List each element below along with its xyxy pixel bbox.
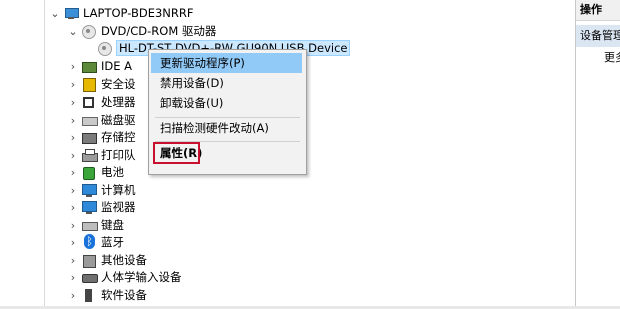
expand-chevron-icon[interactable]: › — [65, 114, 81, 127]
tree-category-storage[interactable]: › 存储控 — [65, 128, 136, 146]
expand-chevron-icon[interactable]: › — [65, 289, 81, 302]
software-device-icon — [81, 288, 97, 302]
storage-controller-icon — [81, 130, 97, 144]
security-device-icon — [81, 77, 97, 92]
expand-chevron-icon[interactable]: › — [65, 149, 81, 162]
tree-category-bluetooth[interactable]: › 蓝牙 — [65, 233, 124, 251]
category-label: 磁盘驱 — [101, 113, 136, 127]
category-label: 蓝牙 — [101, 235, 124, 249]
category-label: 监视器 — [101, 200, 136, 214]
menu-item-scan-hardware[interactable]: 扫描检测硬件改动(A) — [151, 118, 302, 138]
expand-chevron-icon[interactable]: › — [65, 219, 81, 232]
category-label: 人体学输入设备 — [101, 270, 182, 284]
tree-category-battery[interactable]: › 电池 — [65, 163, 124, 181]
tree-category-software[interactable]: › 软件设备 — [65, 286, 147, 304]
category-label: DVD/CD-ROM 驱动器 — [101, 24, 217, 38]
category-label: 其他设备 — [101, 253, 147, 267]
category-label: 处理器 — [101, 95, 136, 109]
disk-drive-icon — [81, 113, 98, 127]
context-menu: 更新驱动程序(P) 禁用设备(D) 卸载设备(U) 扫描检测硬件改动(A) 属性… — [148, 49, 307, 175]
expand-chevron-icon[interactable]: › — [65, 201, 81, 214]
actions-header: 操作 — [576, 0, 620, 21]
bluetooth-icon — [81, 234, 97, 249]
expand-chevron-icon[interactable]: › — [65, 166, 81, 179]
tree-category-other[interactable]: › 其他设备 — [65, 251, 147, 269]
device-tree: ⌄ LAPTOP-BDE3NRRF ⌄ DVD/CD-ROM 驱动器 HL-DT… — [44, 0, 575, 309]
computer-icon — [81, 183, 97, 197]
tree-category-dvd[interactable]: ⌄ DVD/CD-ROM 驱动器 — [65, 22, 216, 40]
print-queue-icon — [81, 148, 98, 162]
hid-icon — [81, 270, 98, 284]
menu-item-disable-device[interactable]: 禁用设备(D) — [151, 73, 302, 93]
tree-category-processor[interactable]: › 处理器 — [65, 93, 136, 111]
tree-category-computer[interactable]: › 计算机 — [65, 181, 136, 199]
processor-icon — [81, 95, 97, 109]
category-label: 键盘 — [101, 218, 124, 232]
tree-category-security[interactable]: › 安全设 — [65, 75, 136, 93]
tree-category-disk[interactable]: › 磁盘驱 — [65, 111, 136, 129]
expand-chevron-icon[interactable]: › — [65, 184, 81, 197]
category-label: 软件设备 — [101, 288, 147, 302]
other-devices-icon — [81, 253, 97, 268]
tree-category-keyboard[interactable]: › 键盘 — [65, 216, 124, 234]
tree-category-print-queue[interactable]: › 打印队 — [65, 146, 136, 164]
expand-chevron-icon[interactable]: › — [65, 236, 81, 249]
category-label: 电池 — [101, 165, 124, 179]
expand-chevron-icon[interactable]: › — [65, 271, 81, 284]
left-margin — [0, 0, 44, 309]
category-label: 打印队 — [101, 148, 136, 162]
disc-drive-icon — [81, 24, 97, 39]
more-actions-link[interactable]: 更多操作 — [576, 47, 620, 69]
monitor-icon — [81, 200, 97, 214]
collapse-chevron-icon[interactable]: ⌄ — [65, 25, 81, 38]
category-label: 计算机 — [101, 183, 136, 197]
category-label: 安全设 — [101, 77, 136, 91]
keyboard-icon — [81, 218, 98, 232]
collapse-chevron-icon[interactable]: ⌄ — [47, 7, 63, 20]
expand-chevron-icon[interactable]: › — [65, 131, 81, 144]
expand-chevron-icon[interactable]: › — [65, 78, 81, 91]
category-label: 存储控 — [101, 130, 136, 144]
battery-icon — [81, 165, 97, 180]
actions-section-device-manager[interactable]: 设备管理器 — [576, 25, 620, 47]
ide-controller-icon — [81, 59, 97, 73]
tree-category-ide[interactable]: › IDE A — [65, 57, 132, 75]
highlight-outline — [153, 142, 200, 164]
category-label: IDE A — [101, 59, 133, 73]
tree-root-computer[interactable]: ⌄ LAPTOP-BDE3NRRF — [47, 4, 194, 22]
menu-item-uninstall-device[interactable]: 卸载设备(U) — [151, 93, 302, 113]
menu-item-update-driver[interactable]: 更新驱动程序(P) — [151, 53, 302, 73]
expand-chevron-icon[interactable]: › — [65, 60, 81, 73]
tree-category-monitor[interactable]: › 监视器 — [65, 198, 136, 216]
disc-drive-icon — [97, 41, 113, 56]
computer-name: LAPTOP-BDE3NRRF — [83, 6, 194, 20]
tree-category-hid[interactable]: › 人体学输入设备 — [65, 268, 182, 286]
actions-panel: 操作 设备管理器 更多操作 — [575, 0, 620, 309]
expand-chevron-icon[interactable]: › — [65, 254, 81, 267]
expand-chevron-icon[interactable]: › — [65, 96, 81, 109]
computer-icon — [63, 6, 79, 20]
